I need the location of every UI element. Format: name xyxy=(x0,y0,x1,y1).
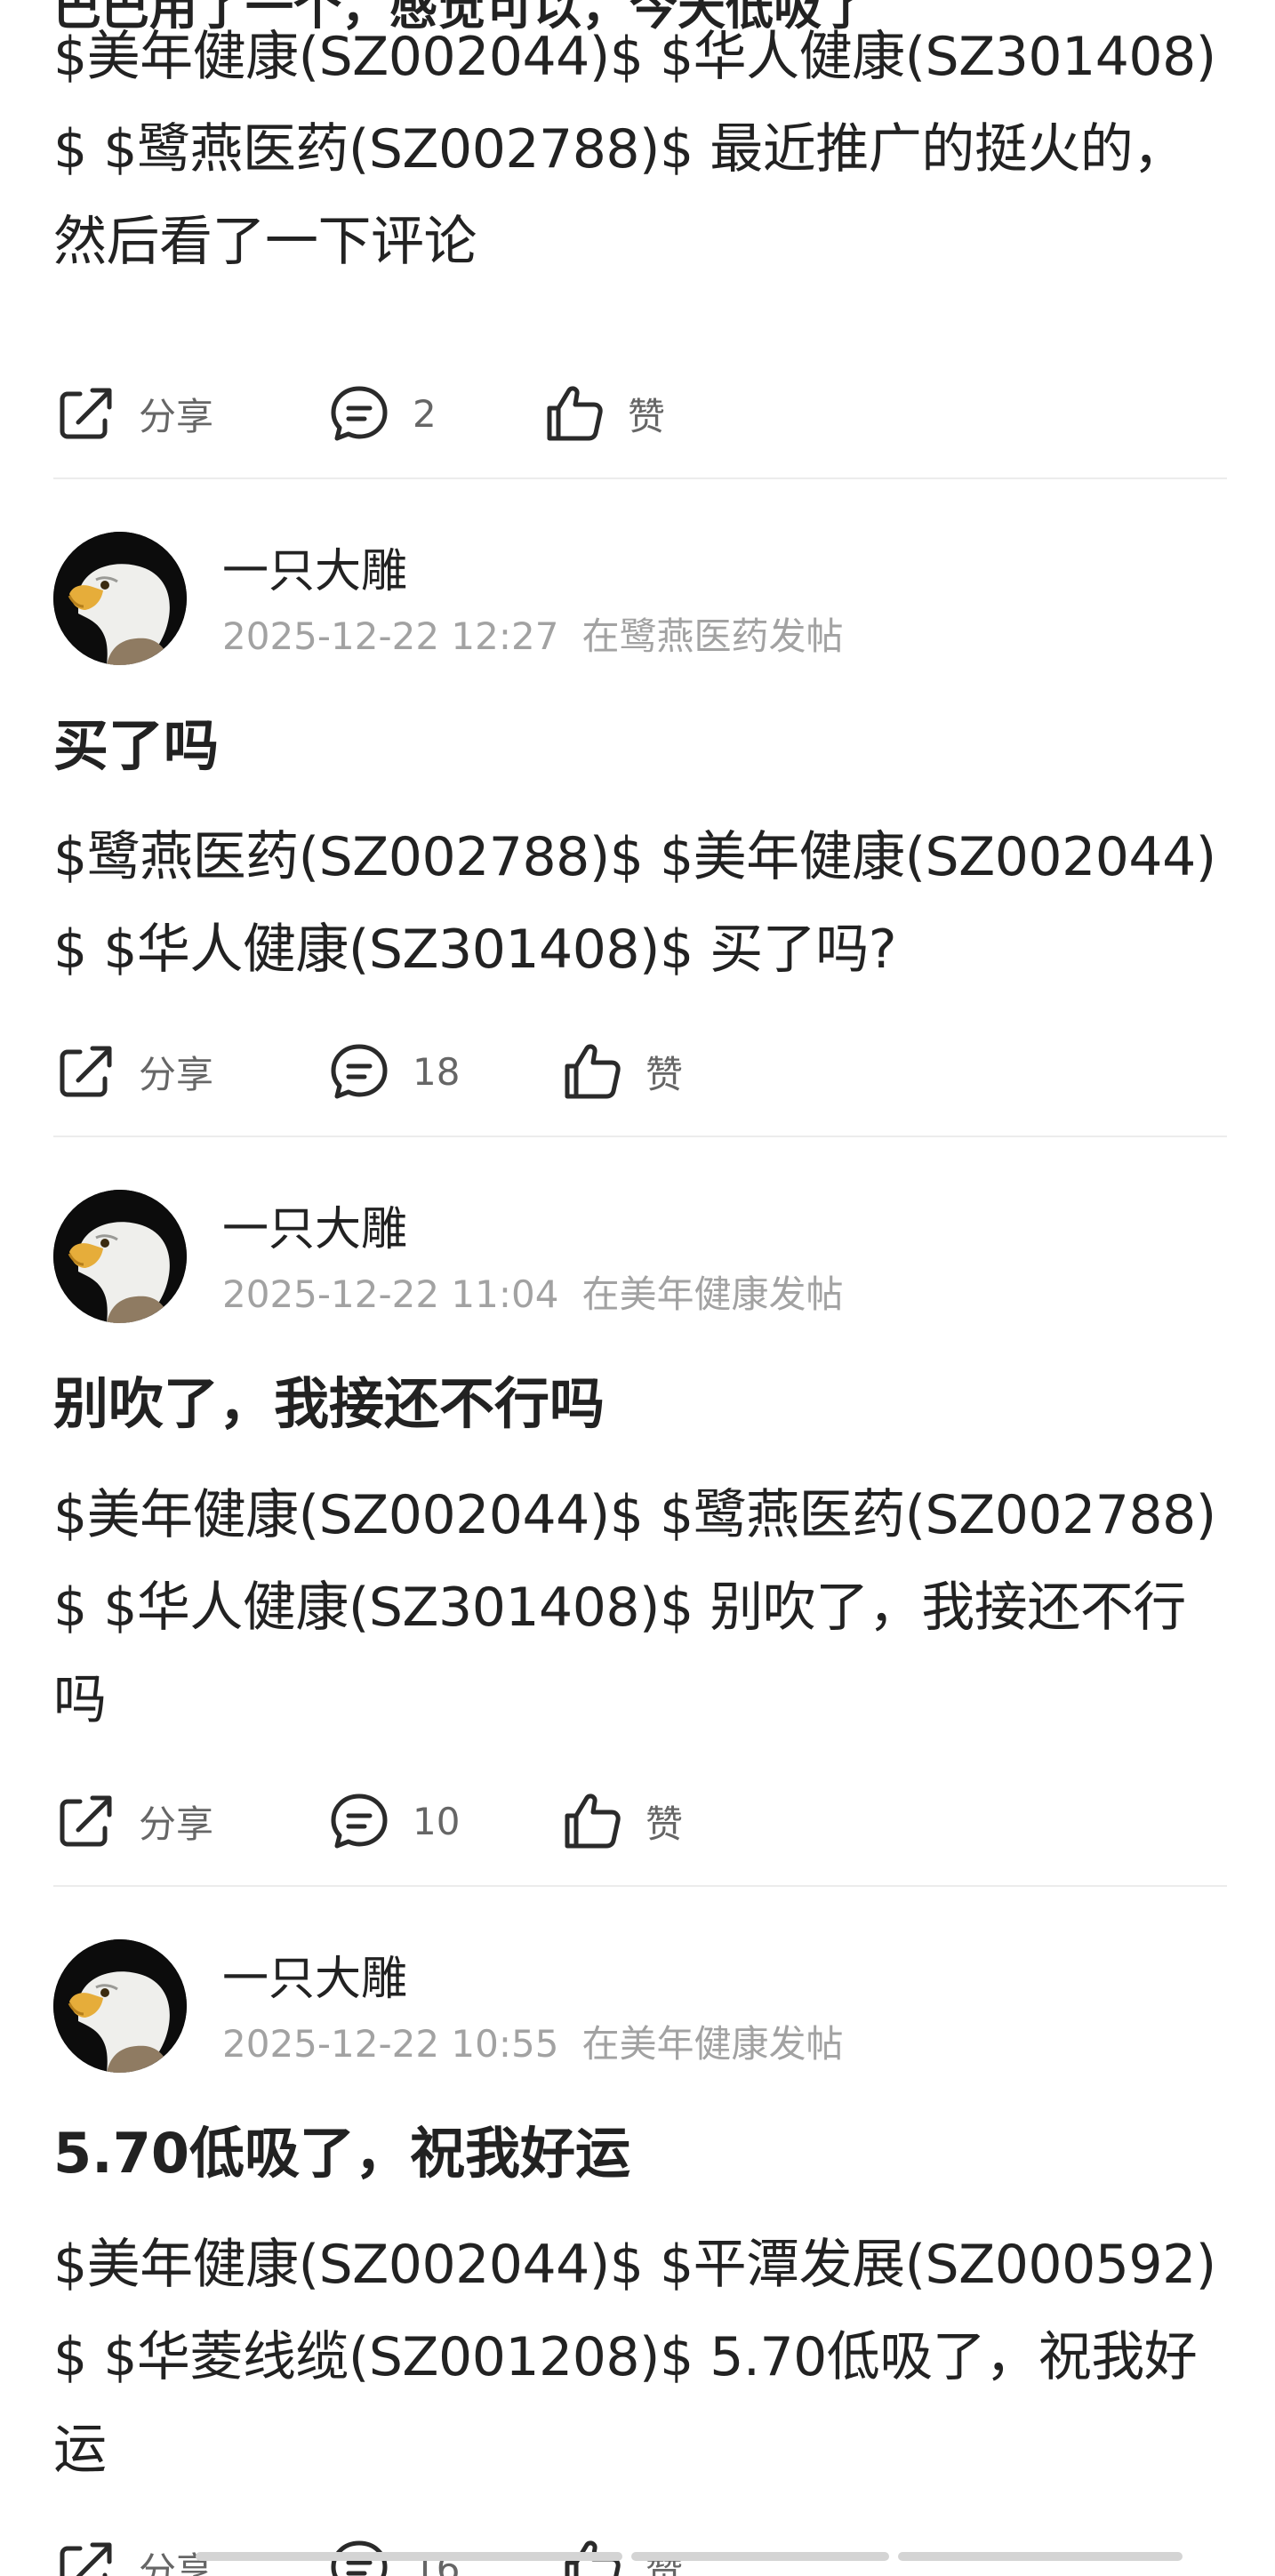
post-divider xyxy=(53,1136,1227,1137)
eagle-icon xyxy=(53,1190,187,1323)
comment-count: 10 xyxy=(413,1799,461,1843)
indicator-bar xyxy=(898,2552,1183,2561)
post-author-row: 一只大雕 2025-12-22 10:55 在美年健康发帖 xyxy=(53,1939,1227,2073)
share-icon xyxy=(60,1046,112,1097)
post-author-row: 一只大雕 2025-12-22 12:27 在鹭燕医药发帖 xyxy=(53,532,1227,665)
comment-count: 2 xyxy=(413,391,437,436)
post-author-row: 一只大雕 2025-12-22 11:04 在美年健康发帖 xyxy=(53,1190,1227,1323)
comment-icon xyxy=(331,1794,388,1849)
eagle-icon xyxy=(53,532,187,665)
post-actions: 分享 10 赞 xyxy=(53,1786,1227,1857)
thumbs-up-icon xyxy=(565,1794,621,1849)
share-label: 分享 xyxy=(139,1052,214,1096)
comment-count: 18 xyxy=(413,1049,461,1094)
post-meta: 2025-12-22 12:27 在鹭燕医药发帖 xyxy=(222,606,844,661)
post-location[interactable]: 在美年健康发帖 xyxy=(581,2022,843,2066)
author-name[interactable]: 一只大雕 xyxy=(222,1192,407,1258)
comment-icon xyxy=(331,386,388,441)
eagle-icon xyxy=(53,1939,187,2073)
post-time: 2025-12-22 10:55 xyxy=(222,2022,559,2066)
share-button[interactable]: 分享 xyxy=(53,1786,213,1857)
share-label: 分享 xyxy=(139,1802,214,1846)
author-name[interactable]: 一只大雕 xyxy=(222,534,407,600)
like-label: 赞 xyxy=(628,394,666,438)
indicator-bar xyxy=(631,2552,889,2561)
share-icon xyxy=(60,388,112,439)
post-actions: 分享 18 赞 xyxy=(53,1036,1227,1107)
share-button[interactable]: 分享 xyxy=(53,1036,213,1107)
feed-page: 巴巴用了一个，感觉可以，今天低吸了 $美年健康(SZ002044)$ $华人健康… xyxy=(0,0,1275,2576)
post-divider xyxy=(53,477,1227,479)
post-body[interactable]: $美年健康(SZ002044)$ $平潭发展(SZ000592)$ $华菱线缆(… xyxy=(53,2219,1227,2496)
eagle-avatar[interactable] xyxy=(53,1939,187,2073)
post-time: 2025-12-22 11:04 xyxy=(222,1272,559,1316)
comment-button[interactable]: 18 xyxy=(327,1036,460,1107)
thumbs-up-icon xyxy=(565,1044,621,1099)
post-location[interactable]: 在鹭燕医药发帖 xyxy=(581,614,843,658)
eagle-avatar[interactable] xyxy=(53,1190,187,1323)
post-location[interactable]: 在美年健康发帖 xyxy=(581,1272,843,1316)
share-button[interactable]: 分享 xyxy=(53,378,213,449)
like-button[interactable]: 赞 xyxy=(560,1786,683,1857)
share-icon xyxy=(60,1795,112,1847)
like-button[interactable]: 赞 xyxy=(560,1036,683,1107)
post-divider xyxy=(53,1885,1227,1887)
bottom-indicator-bars xyxy=(53,2552,1227,2563)
post-title[interactable]: 5.70低吸了，祝我好运 xyxy=(53,2108,1227,2188)
post-meta: 2025-12-22 10:55 在美年健康发帖 xyxy=(222,2014,844,2068)
post-title[interactable]: 别吹了，我接还不行吗 xyxy=(53,1359,1227,1439)
share-label: 分享 xyxy=(139,394,214,438)
post-meta: 2025-12-22 11:04 在美年健康发帖 xyxy=(222,1264,844,1319)
post-body[interactable]: $鹭燕医药(SZ002788)$ $美年健康(SZ002044)$ $华人健康(… xyxy=(53,811,1227,996)
thumbs-up-icon xyxy=(547,386,603,441)
comment-button[interactable]: 2 xyxy=(327,378,437,449)
post-actions: 分享 2 赞 xyxy=(53,378,1227,449)
post-title[interactable]: 买了吗 xyxy=(53,701,1227,781)
like-label: 赞 xyxy=(646,1052,684,1096)
comment-button[interactable]: 10 xyxy=(327,1786,460,1857)
author-name[interactable]: 一只大雕 xyxy=(222,1941,407,2008)
post-body[interactable]: $美年健康(SZ002044)$ $华人健康(SZ301408)$ $鹭燕医药(… xyxy=(53,11,1227,288)
eagle-avatar[interactable] xyxy=(53,532,187,665)
post-time: 2025-12-22 12:27 xyxy=(222,614,559,658)
like-label: 赞 xyxy=(646,1802,684,1846)
indicator-bar xyxy=(196,2552,622,2561)
post-body[interactable]: $美年健康(SZ002044)$ $鹭燕医药(SZ002788)$ $华人健康(… xyxy=(53,1469,1227,1746)
comment-icon xyxy=(331,1044,388,1099)
like-button[interactable]: 赞 xyxy=(542,378,665,449)
